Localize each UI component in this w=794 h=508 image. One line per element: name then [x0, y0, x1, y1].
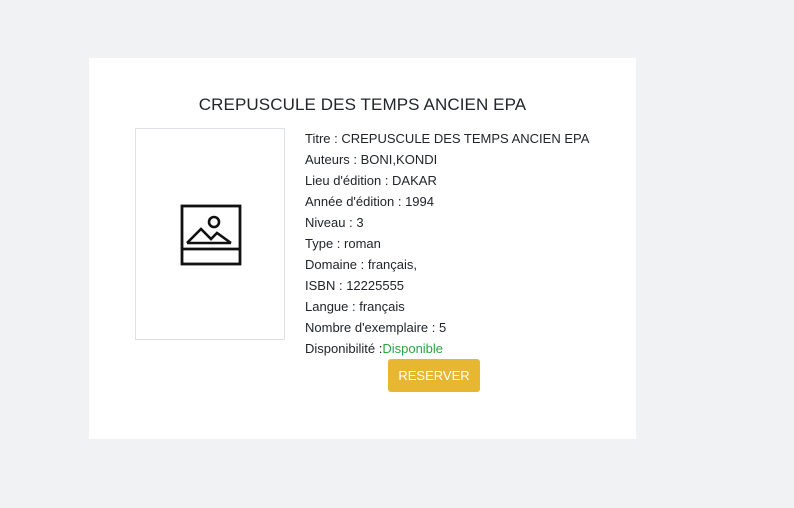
detail-copies: Nombre d'exemplaire : 5 — [305, 317, 625, 338]
detail-value: CREPUSCULE DES TEMPS ANCIEN EPA — [341, 131, 590, 146]
book-detail-card: CREPUSCULE DES TEMPS ANCIEN EPA Titre : … — [89, 58, 636, 439]
book-cover-placeholder — [135, 128, 285, 340]
detail-availability: Disponibilité :Disponible — [305, 338, 625, 359]
detail-label: Nombre d'exemplaire : — [305, 320, 439, 335]
image-placeholder-icon — [180, 204, 242, 266]
detail-value: BONI,KONDI — [360, 152, 438, 167]
detail-value: français, — [367, 257, 418, 272]
detail-label: ISBN : — [305, 278, 347, 293]
detail-level: Niveau : 3 — [305, 212, 625, 233]
detail-value: 1994 — [405, 194, 434, 209]
book-details: Titre : CREPUSCULE DES TEMPS ANCIEN EPA … — [305, 128, 625, 359]
detail-domain: Domaine : français, — [305, 254, 625, 275]
detail-value: 12225555 — [346, 278, 405, 293]
availability-status: Disponible — [382, 341, 444, 356]
detail-label: Titre : — [305, 131, 342, 146]
detail-isbn: ISBN : 12225555 — [305, 275, 625, 296]
detail-publication-place: Lieu d'édition : DAKAR — [305, 170, 625, 191]
detail-label: Niveau : — [305, 215, 357, 230]
detail-label: Lieu d'édition : — [305, 173, 393, 188]
detail-label: Auteurs : — [305, 152, 361, 167]
detail-value: 3 — [356, 215, 364, 230]
detail-language: Langue : français — [305, 296, 625, 317]
detail-value: roman — [344, 236, 381, 251]
book-title-heading: CREPUSCULE DES TEMPS ANCIEN EPA — [198, 95, 527, 114]
detail-publication-year: Année d'édition : 1994 — [305, 191, 625, 212]
detail-label: Domaine : — [305, 257, 368, 272]
detail-label: Type : — [305, 236, 345, 251]
detail-authors: Auteurs : BONI,KONDI — [305, 149, 625, 170]
detail-value: français — [359, 299, 405, 314]
availability-label: Disponibilité : — [305, 341, 383, 356]
detail-value: DAKAR — [392, 173, 437, 188]
detail-type: Type : roman — [305, 233, 625, 254]
detail-value: 5 — [438, 320, 447, 335]
detail-label: Année d'édition : — [305, 194, 406, 209]
detail-label: Langue : — [305, 299, 360, 314]
detail-title: Titre : CREPUSCULE DES TEMPS ANCIEN EPA — [305, 128, 625, 149]
reserve-button[interactable]: RESERVER — [388, 359, 480, 392]
